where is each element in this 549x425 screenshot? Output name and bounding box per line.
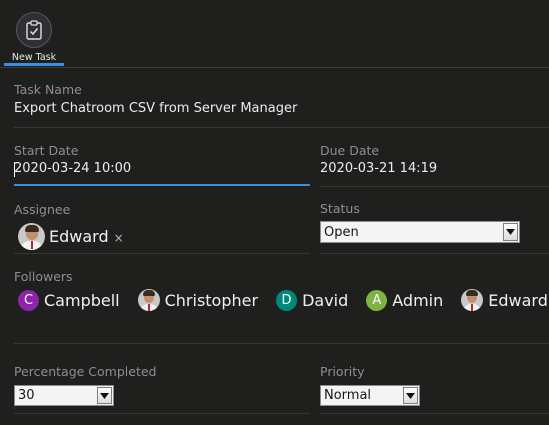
- follower-initial-avatar: A: [366, 289, 388, 311]
- followers-label: Followers: [14, 269, 73, 284]
- status-value: Open: [324, 224, 359, 240]
- new-task-label: New Task: [11, 52, 57, 63]
- follower-initial-avatar: C: [18, 289, 39, 311]
- task-name-value[interactable]: Export Chatroom CSV from Server Manager: [14, 101, 297, 116]
- task-name-label: Task Name: [14, 82, 82, 97]
- text-caret: [14, 162, 15, 177]
- follower-name: Edward: [488, 290, 548, 310]
- assignee-label: Assignee: [14, 202, 71, 217]
- follower-name: Christopher: [164, 290, 259, 310]
- follower-christopher[interactable]: Christopher: [137, 289, 259, 311]
- remove-assignee-icon[interactable]: ×: [114, 231, 124, 245]
- follower-admin[interactable]: A Admin: [366, 289, 444, 311]
- assignee-divider: [14, 253, 310, 254]
- toolbar: New Task: [0, 0, 549, 68]
- start-date-focus-underline: [14, 184, 310, 186]
- follower-name: Campbell: [44, 290, 120, 310]
- followers-list: C Campbell Christopher D David A Admin E…: [18, 288, 549, 312]
- start-date-label: Start Date: [14, 143, 79, 158]
- task-name-divider: [14, 127, 549, 128]
- status-label: Status: [320, 201, 360, 216]
- priority-divider: [320, 413, 549, 414]
- start-date-value: 2020-03-24 10:00: [14, 161, 132, 176]
- follower-photo-avatar: [461, 289, 484, 311]
- chevron-down-icon: [503, 223, 518, 241]
- follower-campbell[interactable]: C Campbell: [18, 289, 120, 311]
- percentage-completed-value: 30: [18, 388, 35, 403]
- assignee-avatar: [18, 222, 45, 250]
- followers-divider: [14, 343, 549, 344]
- assignee-name: Edward: [49, 226, 109, 246]
- status-select[interactable]: Open: [320, 221, 520, 243]
- chevron-down-icon: [403, 387, 418, 404]
- follower-photo-avatar: [137, 289, 160, 311]
- due-date-label: Due Date: [320, 143, 380, 158]
- due-date-value[interactable]: 2020-03-21 14:19: [320, 161, 437, 176]
- status-divider: [320, 253, 549, 254]
- follower-edward[interactable]: Edward: [461, 289, 548, 311]
- follower-david[interactable]: D David: [276, 289, 349, 311]
- new-task-button[interactable]: New Task: [4, 10, 64, 66]
- follower-initial-avatar: D: [276, 289, 298, 311]
- priority-select[interactable]: Normal: [320, 385, 420, 406]
- priority-label: Priority: [320, 364, 365, 379]
- priority-value: Normal: [324, 388, 372, 403]
- follower-name: David: [302, 290, 349, 310]
- chevron-down-icon: [97, 387, 112, 404]
- active-tab-indicator: [4, 63, 64, 66]
- follower-name: Admin: [392, 290, 444, 310]
- due-date-divider: [320, 186, 549, 187]
- percentage-completed-select[interactable]: 30: [14, 385, 114, 406]
- clipboard-check-icon: [16, 12, 52, 48]
- percentage-completed-label: Percentage Completed: [14, 364, 157, 379]
- assignee-chip[interactable]: Edward ×: [18, 222, 124, 250]
- percentage-divider: [14, 413, 310, 414]
